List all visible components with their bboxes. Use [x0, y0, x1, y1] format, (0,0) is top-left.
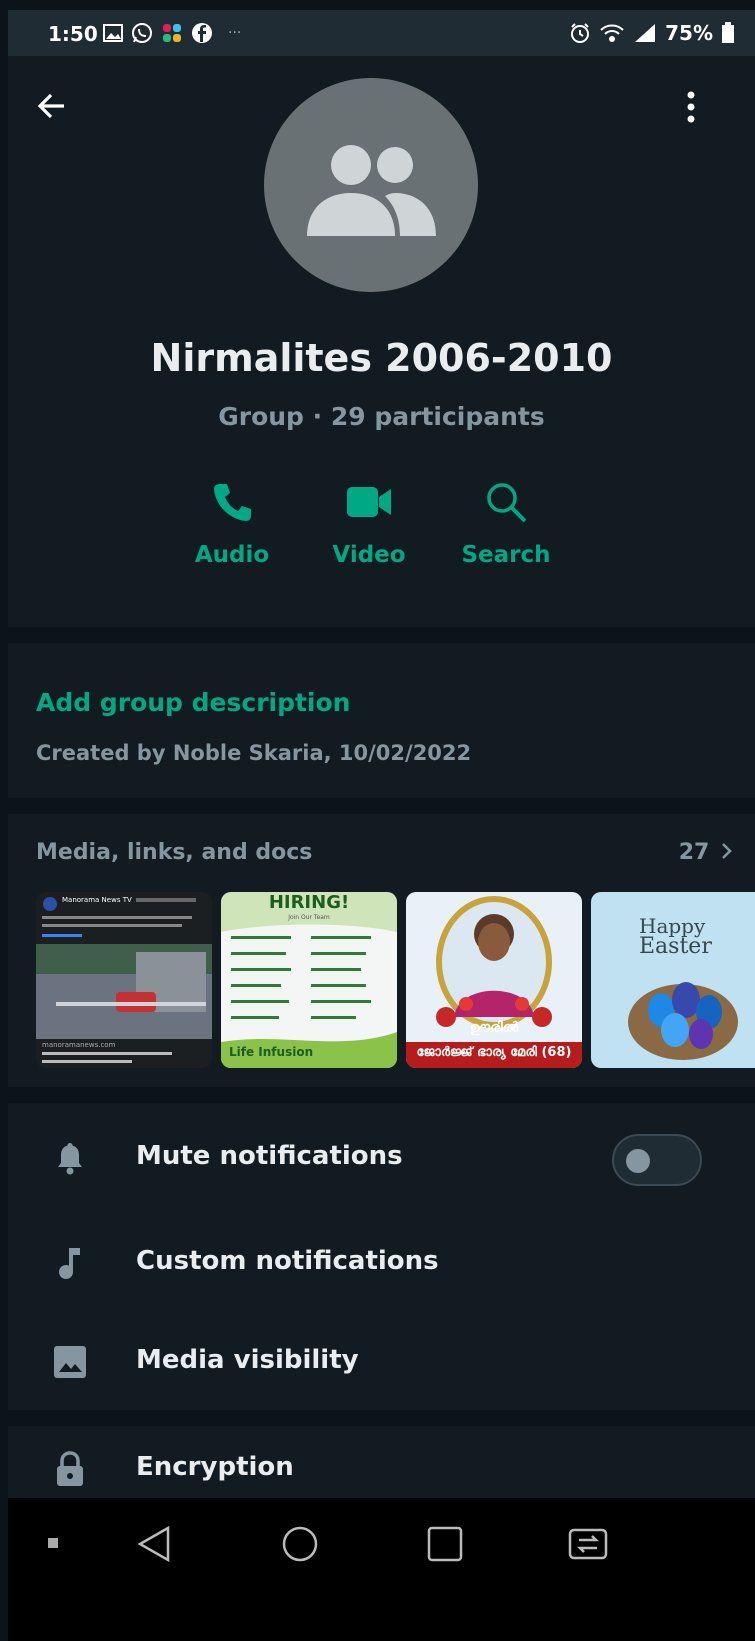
mute-notifications-row[interactable]: Mute notifications: [8, 1114, 755, 1202]
group-participants: Group · 29 participants: [218, 402, 545, 431]
easter-thumb-line2: Easter: [639, 934, 712, 959]
custom-notifications-row[interactable]: Custom notifications: [8, 1219, 755, 1307]
battery-icon: [722, 22, 734, 43]
status-time: 1:50: [48, 22, 98, 46]
media-thumbnails: Manorama News TV manoramanews.com HIRING…: [36, 892, 755, 1070]
facebook-icon: [192, 23, 212, 43]
mute-toggle-knob: [626, 1149, 650, 1173]
obituary-poster: [406, 896, 582, 1068]
created-by: Created by Noble Skaria, 10/02/2022: [36, 741, 472, 765]
more-options-icon[interactable]: [684, 90, 698, 124]
news-thumb-title: Manorama News TV: [62, 896, 132, 904]
media-visibility-row[interactable]: Media visibility: [8, 1318, 755, 1406]
group-icon: [307, 145, 436, 236]
media-thumb-hiring[interactable]: HIRING! Join Our Team Life Infusion: [221, 892, 397, 1068]
video-icon: [347, 487, 391, 517]
more-notifications: ···: [228, 25, 242, 41]
image-icon: [54, 1346, 86, 1378]
section-divider: [8, 798, 755, 814]
battery-level: 75%: [665, 21, 713, 45]
media-thumb-easter[interactable]: Happy Easter: [591, 892, 755, 1068]
nav-home-icon[interactable]: [280, 1524, 320, 1564]
screen: 1:50 ··· 75% Nirmalites 2006-2010 Group …: [8, 10, 755, 1641]
group-name: Nirmalites 2006-2010: [150, 336, 613, 380]
obituary-thumb-name: ജോർജ്ജ് ഭാര്യ മേരി (68): [416, 1045, 572, 1060]
encryption-label: Encryption: [136, 1452, 294, 1482]
audio-call-button[interactable]: Audio: [172, 480, 292, 568]
phone-icon: [214, 484, 251, 521]
hiring-thumb-subtitle: Join Our Team: [288, 914, 330, 921]
add-group-description[interactable]: Add group description: [36, 688, 350, 717]
bell-icon: [58, 1143, 82, 1175]
video-call-button[interactable]: Video: [309, 480, 429, 568]
group-avatar[interactable]: [264, 78, 478, 292]
media-thumb-news[interactable]: Manorama News TV manoramanews.com: [36, 892, 212, 1068]
nav-menu-indicator[interactable]: [48, 1538, 58, 1548]
status-right: 75%: [569, 21, 735, 45]
search-label: Search: [461, 542, 551, 568]
video-label: Video: [332, 542, 406, 568]
news-thumb-source: manoramanews.com: [42, 1041, 116, 1049]
signal-icon: [635, 24, 656, 42]
hiring-thumb-brand: Life Infusion: [229, 1045, 314, 1059]
media-thumb-obituary[interactable]: ഊരിൽ ജോർജ്ജ് ഭാര്യ മേരി (68): [406, 892, 582, 1068]
obituary-thumb-place: ഊരിൽ: [469, 1020, 519, 1036]
media-links-docs[interactable]: Media, links, and docs: [36, 840, 312, 865]
alarm-icon: [571, 23, 590, 43]
media-visibility-label: Media visibility: [136, 1345, 359, 1375]
chevron-right-icon: [722, 843, 732, 859]
media-count-value: 27: [678, 840, 710, 865]
wifi-icon: [600, 24, 624, 42]
section-divider: [8, 1410, 755, 1426]
music-note-icon: [59, 1248, 80, 1279]
nav-back-icon[interactable]: [136, 1524, 172, 1564]
search-button[interactable]: Search: [446, 480, 566, 568]
audio-label: Audio: [194, 542, 270, 568]
gallery-icon: [103, 24, 123, 42]
nav-switch-app-icon[interactable]: [566, 1524, 610, 1564]
back-arrow-icon[interactable]: [36, 90, 68, 122]
hiring-thumb-title: HIRING!: [268, 892, 350, 913]
slack-icon: [163, 24, 181, 42]
media-count[interactable]: 27: [679, 840, 733, 865]
whatsapp-icon: [132, 23, 152, 43]
notification-icons: ···: [102, 21, 241, 45]
custom-notifications-label: Custom notifications: [136, 1246, 439, 1276]
section-divider: [8, 627, 755, 643]
section-divider: [8, 1087, 755, 1103]
nav-recents-icon[interactable]: [426, 1524, 464, 1564]
mute-notifications-label: Mute notifications: [136, 1141, 403, 1171]
mute-toggle[interactable]: [612, 1134, 702, 1186]
lock-icon: [57, 1451, 83, 1486]
search-icon: [487, 483, 527, 523]
status-bar: 1:50 ··· 75%: [8, 10, 755, 56]
system-navigation-bar: [8, 1498, 755, 1641]
